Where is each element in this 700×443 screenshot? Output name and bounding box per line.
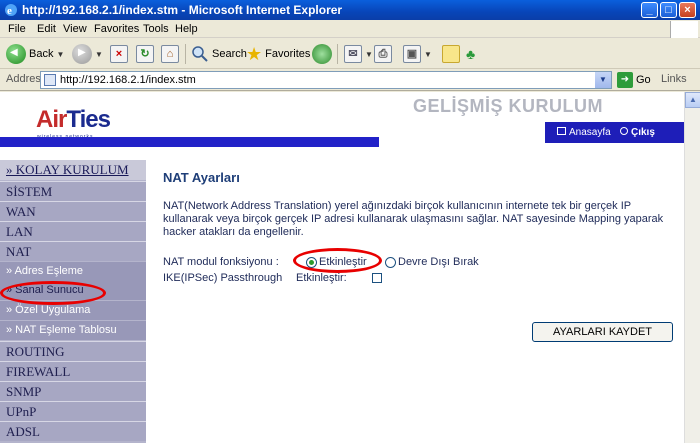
toolbar-divider	[185, 44, 186, 64]
home-link[interactable]: Anasayfa	[557, 127, 611, 138]
sidebar-item-snmp[interactable]: SNMP	[0, 381, 146, 401]
search-label: Search	[212, 48, 247, 60]
note-icon	[442, 45, 460, 63]
print-button[interactable]: ⎙	[374, 43, 392, 65]
toolbar-divider	[337, 44, 338, 64]
mail-button[interactable]: ✉ ▼	[344, 43, 373, 65]
chevron-down-icon: ▼	[365, 49, 373, 59]
web-page: AirTies wireless networks GELİŞMİŞ KURUL…	[0, 92, 684, 443]
sidebar-head-label: » KOLAY KURULUM	[6, 162, 129, 177]
title-bar: e http://192.168.2.1/index.stm - Microso…	[0, 0, 700, 20]
nat-description: NAT(Network Address Translation) yerel a…	[163, 200, 664, 238]
favorites-label: Favorites	[265, 48, 311, 60]
sidebar-item-kolay-kurulum[interactable]: » KOLAY KURULUM	[0, 160, 146, 180]
chevron-down-icon: ▼	[424, 49, 432, 59]
refresh-button[interactable]: ↻	[136, 43, 154, 65]
sidebar-subitem-adres-esleme[interactable]: » Adres Eşleme	[0, 262, 146, 281]
favorites-button[interactable]: ★ Favorites	[246, 43, 310, 65]
chevron-down-icon[interactable]: ▼	[595, 72, 611, 88]
menu-favorites[interactable]: Favorites	[94, 23, 139, 35]
menu-tools[interactable]: Tools	[143, 23, 169, 35]
exit-link-label: Çıkış	[631, 127, 655, 138]
back-button[interactable]: Back ▼	[6, 43, 64, 65]
page-header-title: GELİŞMİŞ KURULUM	[413, 96, 603, 116]
sidebar-item-adsl[interactable]: ADSL	[0, 421, 146, 441]
vertical-scrollbar[interactable]: ▲	[684, 92, 700, 443]
star-icon: ★	[246, 43, 263, 64]
sidebar-item-sistem[interactable]: SİSTEM	[0, 181, 146, 201]
edit-icon: ▣	[403, 45, 421, 63]
address-input[interactable]: http://192.168.2.1/index.stm ▼	[40, 71, 612, 89]
stop-button[interactable]: ×	[110, 43, 128, 65]
sidebar-item-routing[interactable]: ROUTING	[0, 341, 146, 361]
nat-disable-radio[interactable]	[385, 257, 396, 268]
media-icon	[312, 44, 332, 64]
header-accent-bar	[0, 137, 379, 147]
search-button[interactable]: Search	[191, 43, 247, 65]
toolbar: Back ▼ ▼ × ↻ ⌂ Search ★ Favorites ✉ ▼ ⎙ …	[0, 39, 700, 69]
home-icon: ⌂	[161, 45, 179, 63]
home-icon	[557, 127, 566, 135]
messenger-icon: ♣	[466, 46, 476, 62]
menu-help[interactable]: Help	[175, 23, 198, 35]
media-button[interactable]	[312, 43, 332, 65]
forward-arrow-icon	[72, 44, 92, 64]
forward-button[interactable]: ▼	[72, 43, 103, 65]
windows-flag-icon	[670, 21, 698, 38]
nat-mode-label: NAT modul fonksiyonu :	[163, 256, 279, 268]
search-icon	[192, 46, 208, 62]
page-title: NAT Ayarları	[163, 170, 240, 185]
discuss-button[interactable]	[442, 43, 460, 65]
menu-file[interactable]: File	[8, 23, 26, 35]
sidebar-item-firewall[interactable]: FIREWALL	[0, 361, 146, 381]
minimize-button[interactable]: _	[641, 2, 658, 18]
stop-icon: ×	[110, 45, 128, 63]
exit-icon	[620, 127, 628, 135]
ike-enable-checkbox[interactable]	[372, 273, 382, 283]
go-button[interactable]: ➜ Go	[617, 72, 651, 88]
menu-bar: File Edit View Favorites Tools Help	[0, 20, 700, 38]
back-arrow-icon	[6, 44, 26, 64]
annotation-oval-sidebar	[0, 281, 106, 305]
maximize-button[interactable]: □	[660, 2, 677, 18]
page-icon	[44, 74, 56, 86]
scroll-up-icon[interactable]: ▲	[685, 92, 700, 108]
address-bar: Address http://192.168.2.1/index.stm ▼ ➜…	[0, 69, 700, 91]
ie-logo-icon: e	[5, 4, 17, 17]
refresh-icon: ↻	[136, 45, 154, 63]
logo-text-ties: Ties	[66, 106, 111, 133]
sidebar-item-lan[interactable]: LAN	[0, 221, 146, 241]
close-button[interactable]: ×	[679, 2, 696, 18]
annotation-oval-enable	[293, 248, 382, 273]
edit-button[interactable]: ▣ ▼	[403, 43, 432, 65]
top-nav: Anasayfa Çıkış	[545, 122, 684, 143]
ike-enable-label: Etkinleştir:	[296, 272, 347, 284]
svg-text:e: e	[7, 5, 12, 17]
address-url[interactable]: http://192.168.2.1/index.stm	[60, 74, 196, 86]
sidebar-subitem-nat-esleme-tablosu[interactable]: » NAT Eşleme Tablosu	[0, 321, 146, 340]
airties-logo: AirTies wireless networks	[36, 106, 111, 140]
menu-edit[interactable]: Edit	[37, 23, 56, 35]
go-label: Go	[636, 74, 651, 86]
sidebar-item-upnp[interactable]: UPnP	[0, 401, 146, 421]
go-arrow-icon: ➜	[617, 72, 633, 88]
sidebar-item-nat[interactable]: NAT	[0, 241, 146, 261]
back-label: Back	[29, 48, 54, 60]
logo-text-air: Air	[36, 106, 67, 133]
messenger-button[interactable]: ♣	[466, 43, 475, 65]
nat-disable-label[interactable]: Devre Dışı Bırak	[398, 256, 479, 268]
links-label[interactable]: Links	[661, 73, 687, 85]
home-link-label: Anasayfa	[569, 127, 611, 138]
home-button[interactable]: ⌂	[161, 43, 179, 65]
window-title: http://192.168.2.1/index.stm - Microsoft…	[22, 3, 343, 17]
ike-passthrough-label: IKE(IPSec) Passthrough	[163, 272, 283, 284]
sidebar-item-wan[interactable]: WAN	[0, 201, 146, 221]
exit-link[interactable]: Çıkış	[620, 127, 655, 138]
menu-view[interactable]: View	[63, 23, 87, 35]
save-settings-button[interactable]: AYARLARI KAYDET	[532, 322, 673, 342]
print-icon: ⎙	[374, 45, 392, 63]
chevron-down-icon: ▼	[95, 49, 103, 59]
mail-icon: ✉	[344, 45, 362, 63]
chevron-down-icon: ▼	[56, 49, 65, 59]
